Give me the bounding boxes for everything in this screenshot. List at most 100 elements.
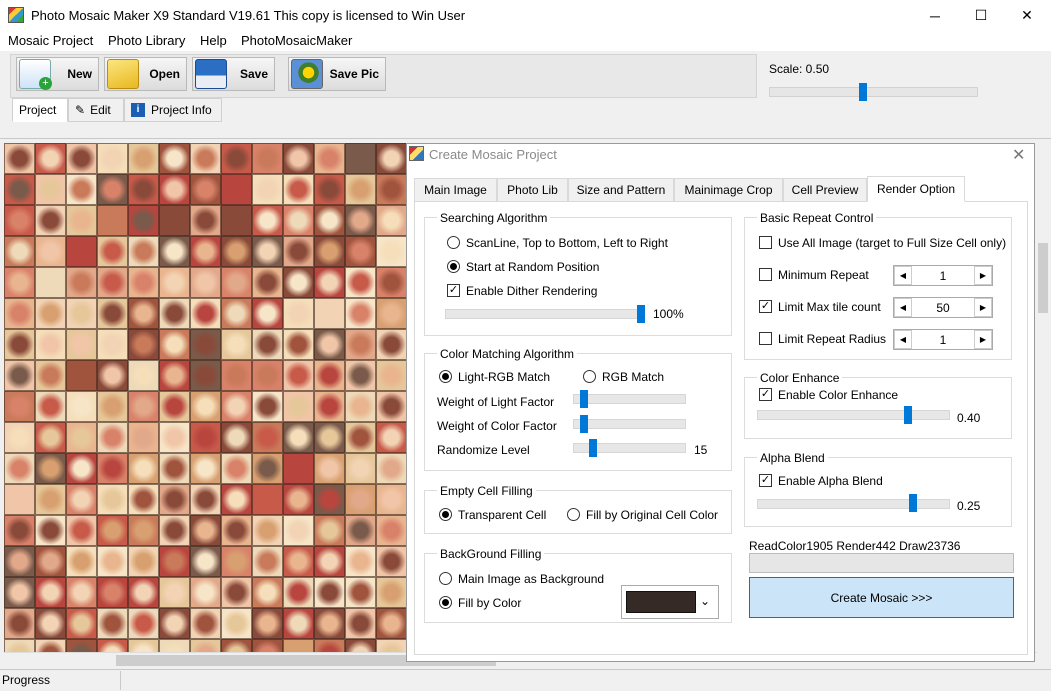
dither-label[interactable]: Enable Dither Rendering [466,284,597,298]
limit-max-tile-stepper[interactable]: ◀ 50 ▶ [893,297,993,318]
mosaic-tile [4,391,35,422]
decrement-icon[interactable]: ◀ [894,266,912,285]
background-color-swatch[interactable] [626,591,696,613]
light-factor-slider-track[interactable] [573,394,686,404]
new-button[interactable]: + New [16,57,99,91]
create-mosaic-button[interactable]: Create Mosaic >>> [749,577,1014,618]
light-rgb-radio[interactable] [439,370,452,383]
mosaic-preview-canvas[interactable] [4,143,406,652]
limit-radius-stepper[interactable]: ◀ 1 ▶ [893,329,993,350]
mosaic-tile [283,546,314,577]
vertical-scrollbar[interactable] [1035,143,1051,652]
mosaic-tile [128,546,159,577]
limit-radius-value[interactable]: 1 [912,333,974,347]
limit-max-tile-value[interactable]: 50 [912,301,974,315]
transparent-cell-label[interactable]: Transparent Cell [458,508,546,522]
mosaic-tile [283,484,314,515]
dither-checkbox[interactable]: ✓ [447,284,460,297]
increment-icon[interactable]: ▶ [974,266,992,285]
increment-icon[interactable]: ▶ [974,330,992,349]
fill-by-color-radio[interactable] [439,596,452,609]
mosaic-tile [159,205,190,236]
save-button[interactable]: Save [192,57,275,91]
color-enhance-slider-thumb[interactable] [904,406,912,424]
close-button[interactable]: ✕ [1004,0,1050,31]
increment-icon[interactable]: ▶ [974,298,992,317]
scale-slider-thumb[interactable] [859,83,867,101]
chevron-down-icon[interactable]: ⌄ [700,594,710,608]
minimum-repeat-checkbox[interactable] [759,268,772,281]
open-button[interactable]: Open [104,57,187,91]
minimum-repeat-value[interactable]: 1 [912,269,974,283]
main-image-bg-label[interactable]: Main Image as Background [458,572,604,586]
limit-max-tile-checkbox[interactable]: ✓ [759,300,772,313]
alpha-blend-slider-thumb[interactable] [909,494,917,512]
color-enhance-slider-track[interactable] [757,410,950,420]
minimum-repeat-label[interactable]: Minimum Repeat [778,268,869,282]
mosaic-tile [221,143,252,174]
menu-photo-library[interactable]: Photo Library [108,33,185,48]
fill-by-color-label[interactable]: Fill by Color [458,596,521,610]
scanline-radio[interactable] [447,236,460,249]
dialog-close-button[interactable]: ✕ [1012,145,1025,165]
use-all-image-checkbox[interactable] [759,236,772,249]
light-rgb-label[interactable]: Light-RGB Match [458,370,550,384]
mosaic-tile [345,484,376,515]
randomize-slider-thumb[interactable] [589,439,597,457]
random-position-label[interactable]: Start at Random Position [466,260,599,274]
menu-photomosaicmaker[interactable]: PhotoMosaicMaker [241,33,352,48]
limit-max-tile-label[interactable]: Limit Max tile count [778,300,881,314]
menu-help[interactable]: Help [200,33,227,48]
maximize-button[interactable]: ☐ [958,0,1004,31]
color-factor-slider-track[interactable] [573,419,686,429]
mosaic-tile [190,453,221,484]
transparent-cell-radio[interactable] [439,508,452,521]
menu-mosaic-project[interactable]: Mosaic Project [8,33,93,48]
alpha-blend-label[interactable]: Enable Alpha Blend [778,474,883,488]
tab-render-option[interactable]: Render Option [867,176,965,202]
scanline-label[interactable]: ScanLine, Top to Bottom, Left to Right [466,236,668,250]
use-all-image-label[interactable]: Use All Image (target to Full Size Cell … [778,236,1006,250]
mosaic-tile [221,267,252,298]
main-image-bg-radio[interactable] [439,572,452,585]
subtab-edit[interactable]: ✎ Edit [68,98,124,122]
tab-photo-lib[interactable]: Photo Lib [497,178,568,202]
scale-slider-track[interactable] [769,87,978,97]
save-pic-button[interactable]: Save Pic [288,57,386,91]
minimum-repeat-stepper[interactable]: ◀ 1 ▶ [893,265,993,286]
decrement-icon[interactable]: ◀ [894,330,912,349]
fill-original-radio[interactable] [567,508,580,521]
vertical-scrollbar-thumb[interactable] [1038,243,1048,313]
light-factor-slider-thumb[interactable] [580,390,588,408]
mosaic-tile [97,236,128,267]
alpha-blend-checkbox[interactable]: ✓ [759,474,772,487]
limit-radius-label[interactable]: Limit Repeat Radius [778,332,886,346]
mosaic-tile [252,360,283,391]
tab-main-image[interactable]: Main Image [414,178,497,202]
mosaic-tile [190,546,221,577]
app-icon [8,7,24,23]
decrement-icon[interactable]: ◀ [894,298,912,317]
dither-slider-thumb[interactable] [637,305,645,323]
subtab-project-info[interactable]: i Project Info [124,98,222,122]
subtab-project[interactable]: Project [12,98,68,122]
color-factor-slider-thumb[interactable] [580,415,588,433]
tab-size-and-pattern[interactable]: Size and Pattern [568,178,674,202]
color-enhance-label[interactable]: Enable Color Enhance [778,388,898,402]
color-enhance-checkbox[interactable]: ✓ [759,388,772,401]
mosaic-tile [97,267,128,298]
tab-mainimage-crop[interactable]: Mainimage Crop [674,178,783,202]
tab-cell-preview[interactable]: Cell Preview [783,178,867,202]
random-position-radio[interactable] [447,260,460,273]
rgb-match-radio[interactable] [583,370,596,383]
mosaic-tile [221,546,252,577]
mosaic-tile [283,422,314,453]
rgb-match-label[interactable]: RGB Match [602,370,664,384]
fill-original-label[interactable]: Fill by Original Cell Color [586,508,718,522]
mosaic-tile [283,329,314,360]
dither-slider-track[interactable] [445,309,643,319]
alpha-blend-slider-track[interactable] [757,499,950,509]
minimize-button[interactable]: ─ [912,0,958,31]
open-folder-icon [107,59,139,89]
limit-radius-checkbox[interactable] [759,332,772,345]
